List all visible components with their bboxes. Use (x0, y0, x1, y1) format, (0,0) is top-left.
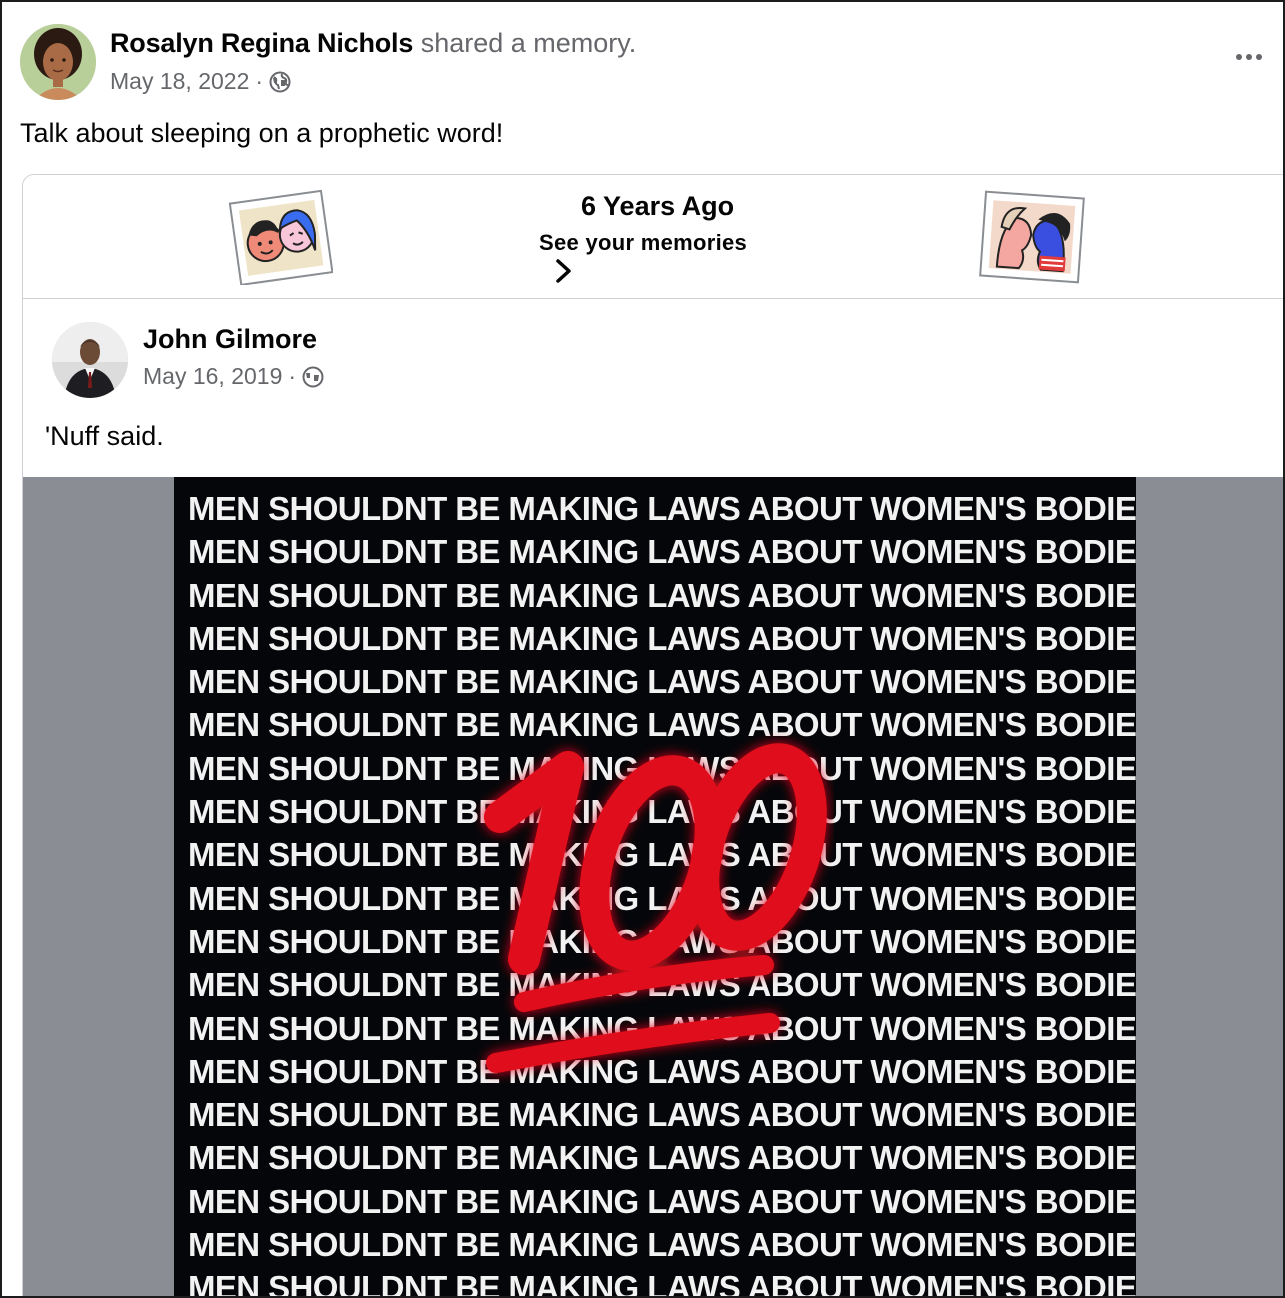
avatar[interactable] (52, 322, 128, 398)
original-author-name[interactable]: John Gilmore (143, 324, 317, 355)
slogan-line: MEN SHOULDNT BE MAKING LAWS ABOUT WOMEN'… (188, 490, 1136, 527)
slogan-line: MEN SHOULDNT BE MAKING LAWS ABOUT WOMEN'… (188, 1269, 1136, 1298)
memory-title: 6 Years Ago (581, 191, 735, 221)
friends-faces-illustration (228, 189, 333, 285)
post-action-text: shared a memory. (420, 28, 637, 58)
more-options-icon[interactable] (1229, 42, 1269, 72)
post-header: Rosalyn Regina Nichols shared a memory. (110, 28, 636, 59)
post-image-container[interactable]: MEN SHOULDNT BE MAKING LAWS ABOUT WOMEN'… (23, 477, 1283, 1298)
globe-icon (302, 366, 324, 387)
original-post-date[interactable]: May 16, 2019 (143, 363, 282, 390)
slogan-line: MEN SHOULDNT BE MAKING LAWS ABOUT WOMEN'… (188, 1096, 1136, 1134)
meta-separator: · (255, 68, 264, 94)
slogan-line: MEN SHOULDNT BE MAKING LAWS ABOUT WOMEN'… (188, 1226, 1136, 1264)
hundred-points-emoji (484, 743, 827, 1073)
slogan-line: MEN SHOULDNT BE MAKING LAWS ABOUT WOMEN'… (188, 576, 1136, 614)
post-text: Talk about sleeping on a prophetic word! (20, 118, 504, 148)
slogan-line: MEN SHOULDNT BE MAKING LAWS ABOUT WOMEN'… (188, 663, 1136, 701)
slogan-line: MEN SHOULDNT BE MAKING LAWS ABOUT WOMEN'… (188, 1182, 1136, 1220)
original-post-meta: May 16, 2019 · (143, 363, 324, 390)
memory-card: 6 Years Ago See your memories John Gilmo… (22, 174, 1283, 1298)
globe-icon (269, 71, 291, 92)
author-name[interactable]: Rosalyn Regina Nichols (110, 28, 413, 58)
original-post-text: 'Nuff said. (45, 421, 164, 451)
post-date[interactable]: May 18, 2022 (110, 68, 249, 95)
kissing-couple-illustration (979, 190, 1085, 284)
chevron-right-icon[interactable] (553, 257, 575, 285)
post-image[interactable]: MEN SHOULDNT BE MAKING LAWS ABOUT WOMEN'… (174, 477, 1136, 1298)
post-meta: May 18, 2022 · (110, 68, 291, 95)
meta-separator: · (288, 363, 297, 389)
slogan-line: MEN SHOULDNT BE MAKING LAWS ABOUT WOMEN'… (188, 1139, 1136, 1177)
post-frame: Rosalyn Regina Nichols shared a memory. … (0, 0, 1285, 1298)
avatar[interactable] (20, 24, 96, 100)
see-memories-link[interactable]: See your memories (539, 230, 747, 256)
slogan-line: MEN SHOULDNT BE MAKING LAWS ABOUT WOMEN'… (188, 533, 1136, 571)
memory-header[interactable]: 6 Years Ago See your memories (23, 175, 1283, 299)
slogan-line: MEN SHOULDNT BE MAKING LAWS ABOUT WOMEN'… (188, 619, 1136, 657)
